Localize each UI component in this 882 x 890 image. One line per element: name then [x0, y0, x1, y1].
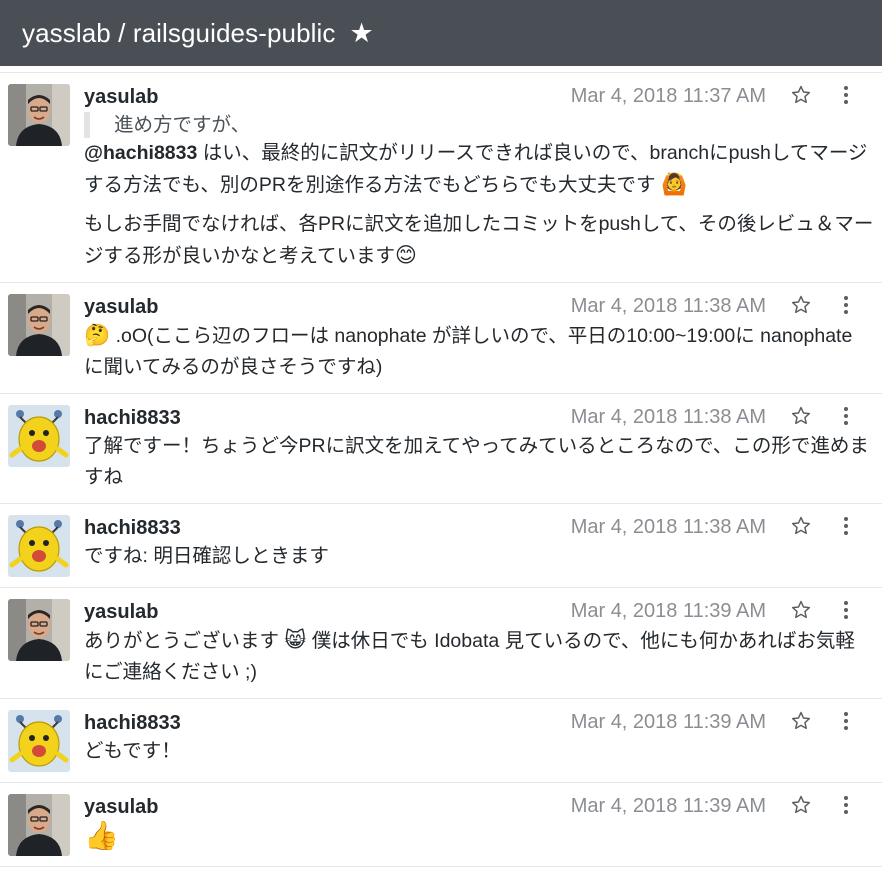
author-name[interactable]: hachi8833 — [84, 517, 181, 540]
message-body: ですね: 明日確認しときます — [84, 545, 329, 567]
room-title[interactable]: yasslab / railsguides-public — [22, 18, 336, 49]
message-body: どもです！ — [84, 740, 181, 762]
kebab-menu-icon[interactable] — [842, 796, 850, 814]
smile-emoji-icon: 😊 — [395, 243, 417, 267]
smiling-cat-emoji-icon: 😸 — [284, 628, 307, 652]
message-timestamp[interactable]: Mar 4, 2018 11:37 AM — [571, 85, 766, 108]
message-list: yasulab Mar 4, 2018 11:37 AM 進め方ですが、 @ha… — [0, 73, 882, 867]
star-outline-icon[interactable] — [790, 794, 812, 816]
message-item: hachi8833 Mar 4, 2018 11:39 AM どもです！ — [0, 699, 882, 783]
message-item: hachi8833 Mar 4, 2018 11:38 AM 了解ですー！ちょう… — [0, 394, 882, 504]
ok-gesture-emoji-icon: 🙆 — [660, 172, 688, 196]
message-item: hachi8833 Mar 4, 2018 11:38 AM ですね: 明日確認… — [0, 504, 882, 588]
message-body: 了解ですー！ちょうど今PRに訳文を加えてやってみているところなので、この形で進め… — [84, 435, 869, 488]
kebab-menu-icon[interactable] — [842, 296, 850, 314]
author-name[interactable]: yasulab — [84, 601, 158, 624]
kebab-menu-icon[interactable] — [842, 712, 850, 730]
message-timestamp[interactable]: Mar 4, 2018 11:38 AM — [571, 295, 766, 318]
blockquote: 進め方ですが、 — [84, 112, 874, 138]
author-name[interactable]: yasulab — [84, 86, 158, 109]
avatar[interactable] — [8, 599, 70, 661]
avatar[interactable] — [8, 84, 70, 146]
author-name[interactable]: yasulab — [84, 796, 158, 819]
message-timestamp[interactable]: Mar 4, 2018 11:39 AM — [571, 795, 766, 818]
message-body: ありがとうございます 😸 僕は休日でも Idobata 見ているので、他にも何か… — [84, 625, 874, 688]
author-name[interactable]: hachi8833 — [84, 407, 181, 430]
message-item: yasulab Mar 4, 2018 11:39 AM 👍 — [0, 783, 882, 867]
mention-link[interactable]: @hachi8833 — [84, 142, 197, 164]
message-body: 進め方ですが、 @hachi8833 はい、最終的に訳文がリリースできれば良いの… — [84, 112, 874, 272]
kebab-menu-icon[interactable] — [842, 407, 850, 425]
message-text: はい、最終的に訳文がリリースできれば良いので、branchにpushしてマージす… — [84, 142, 868, 196]
avatar[interactable] — [8, 710, 70, 772]
message-item: yasulab Mar 4, 2018 11:38 AM 🤔 .oO(ここら辺の… — [0, 283, 882, 394]
kebab-menu-icon[interactable] — [842, 86, 850, 104]
star-outline-icon[interactable] — [790, 405, 812, 427]
star-outline-icon[interactable] — [790, 599, 812, 621]
avatar[interactable] — [8, 405, 70, 467]
message-paragraph: @hachi8833 はい、最終的に訳文がリリースできれば良いので、branch… — [84, 138, 874, 201]
message-text: ありがとうございます — [84, 630, 285, 652]
star-outline-icon[interactable] — [790, 710, 812, 732]
message-text: もしお手間でなければ、各PRに訳文を追加したコミットをpushして、その後レビュ… — [84, 213, 874, 267]
message-timestamp[interactable]: Mar 4, 2018 11:38 AM — [571, 516, 766, 539]
message-timestamp[interactable]: Mar 4, 2018 11:38 AM — [571, 406, 766, 429]
avatar[interactable] — [8, 294, 70, 356]
author-name[interactable]: yasulab — [84, 296, 158, 319]
avatar[interactable] — [8, 515, 70, 577]
kebab-menu-icon[interactable] — [842, 601, 850, 619]
header-divider — [0, 66, 882, 73]
message-timestamp[interactable]: Mar 4, 2018 11:39 AM — [571, 711, 766, 734]
star-icon[interactable]: ★ — [350, 19, 374, 47]
kebab-menu-icon[interactable] — [842, 517, 850, 535]
star-outline-icon[interactable] — [790, 84, 812, 106]
message-body: 🤔 .oO(ここら辺のフローは nanophate が詳しいので、平日の10:0… — [84, 320, 874, 383]
message-body: 👍 — [84, 820, 874, 855]
thinking-emoji-icon: 🤔 — [84, 323, 111, 347]
thumbs-up-emoji-icon: 👍 — [84, 819, 119, 852]
message-paragraph: もしお手間でなければ、各PRに訳文を追加したコミットをpushして、その後レビュ… — [84, 209, 874, 272]
message-timestamp[interactable]: Mar 4, 2018 11:39 AM — [571, 600, 766, 623]
message-text: .oO(ここら辺のフローは nanophate が詳しいので、平日の10:00~… — [84, 325, 853, 378]
avatar[interactable] — [8, 794, 70, 856]
message-item: yasulab Mar 4, 2018 11:37 AM 進め方ですが、 @ha… — [0, 73, 882, 283]
star-outline-icon[interactable] — [790, 515, 812, 537]
message-item: yasulab Mar 4, 2018 11:39 AM ありがとうございます … — [0, 588, 882, 699]
room-header: yasslab / railsguides-public ★ — [0, 0, 882, 66]
author-name[interactable]: hachi8833 — [84, 712, 181, 735]
star-outline-icon[interactable] — [790, 294, 812, 316]
